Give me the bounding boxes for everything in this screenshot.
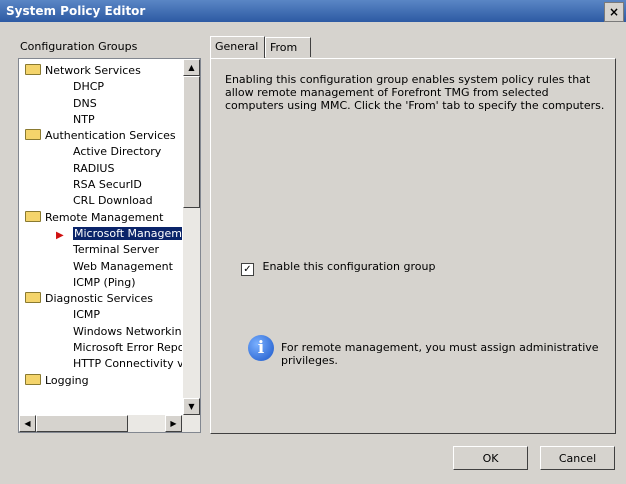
enable-group-checkbox[interactable]: ✓ Enable this configuration group — [241, 260, 435, 276]
folder-icon — [25, 64, 41, 75]
tree-item-label: DHCP — [73, 80, 105, 94]
tree-leaf-item[interactable]: Microsoft Error Repo — [19, 340, 184, 356]
tree-item-label: Web Management — [73, 259, 173, 273]
window-title: System Policy Editor — [6, 4, 146, 18]
info-icon: i — [248, 335, 274, 361]
close-icon[interactable]: × — [604, 2, 624, 22]
scroll-right-icon[interactable]: ▶ — [165, 415, 182, 432]
tree-item-label: RSA SecurID — [73, 178, 142, 192]
tree-item-label: DNS — [73, 96, 97, 110]
ok-button[interactable]: OK — [453, 446, 528, 470]
tree-item-label: ICMP — [73, 308, 101, 322]
tree-leaf-item[interactable]: NTP — [19, 112, 184, 128]
tree-group-item[interactable]: Network Services — [19, 63, 184, 79]
tree-leaf-item[interactable]: Active Directory — [19, 144, 184, 160]
tree-leaf-item[interactable]: HTTP Connectivity ve — [19, 356, 184, 372]
tree-item-label: Diagnostic Services — [45, 292, 153, 306]
tree-item-label: Remote Management — [45, 210, 164, 224]
folder-icon — [25, 373, 41, 385]
tree-leaf-item[interactable]: DHCP — [19, 79, 184, 95]
group-description: Enabling this configuration group enable… — [225, 73, 605, 112]
tree-item-label: Authentication Services — [45, 129, 176, 143]
selected-arrow-icon: ▶ — [56, 229, 64, 241]
title-bar: System Policy Editor × — [0, 0, 626, 22]
tab-from[interactable]: From — [265, 37, 311, 57]
scroll-down-icon[interactable]: ▼ — [183, 398, 200, 415]
folder-icon — [25, 292, 41, 304]
tree-item-label: CRL Download — [73, 194, 153, 208]
configuration-groups-label: Configuration Groups — [20, 40, 138, 53]
tree-leaf-item[interactable]: ICMP (Ping) — [19, 275, 184, 291]
general-tab-panel: Enabling this configuration group enable… — [210, 58, 616, 434]
tree-item-label: Network Services — [45, 64, 141, 77]
tree-leaf-item[interactable]: ▶ Microsoft Manageme — [19, 226, 184, 242]
horizontal-scroll-thumb[interactable] — [36, 415, 128, 432]
tree-item-label: Terminal Server — [73, 243, 160, 257]
tree-item-label: RADIUS — [73, 161, 115, 175]
tree-item-label: HTTP Connectivity ve — [73, 357, 184, 371]
tree-leaf-item[interactable]: DNS — [19, 96, 184, 112]
horizontal-scrollbar[interactable]: ◀ ▶ — [19, 415, 200, 432]
tree-group-item[interactable]: Authentication Services — [19, 128, 184, 144]
info-message: For remote management, you must assign a… — [281, 341, 599, 367]
tree-leaf-item[interactable]: Terminal Server — [19, 242, 184, 258]
configuration-groups-tree[interactable]: Network Services DHCP DNS NTP Authentication… — [18, 58, 201, 433]
tree-leaf-item[interactable]: RSA SecurID — [19, 177, 184, 193]
tree-group-item[interactable]: Diagnostic Services — [19, 291, 184, 307]
system-policy-editor-window: System Policy Editor × Configuration Gro… — [0, 0, 626, 484]
scroll-up-icon[interactable]: ▲ — [183, 59, 200, 76]
tree-group-item[interactable]: Remote Management — [19, 210, 184, 226]
checkbox-label: Enable this configuration group — [262, 260, 436, 273]
tree-item-label: Microsoft Error Repo — [73, 341, 184, 355]
vertical-scroll-thumb[interactable] — [183, 76, 200, 208]
folder-icon — [25, 210, 41, 222]
tree-leaf-item[interactable]: Windows Networking — [19, 324, 184, 340]
tree-leaf-item[interactable]: CRL Download — [19, 193, 184, 209]
tree-leaf-item[interactable]: Web Management — [19, 259, 184, 275]
checkbox-mark-icon[interactable]: ✓ — [241, 263, 254, 276]
tree-item-label: Logging — [45, 373, 89, 387]
tree-list: Network Services DHCP DNS NTP Authentication… — [19, 63, 184, 389]
tree-leaf-item[interactable]: RADIUS — [19, 161, 184, 177]
tree-leaf-item[interactable]: ICMP — [19, 307, 184, 323]
tree-item-label: ICMP (Ping) — [73, 275, 136, 289]
scroll-left-icon[interactable]: ◀ — [19, 415, 36, 432]
tree-item-label: Active Directory — [73, 145, 162, 159]
tree-item-label: Windows Networking — [73, 324, 184, 338]
tree-group-item[interactable]: Logging — [19, 373, 184, 389]
tab-general[interactable]: General — [210, 36, 265, 58]
tree-item-label: Microsoft Manageme — [73, 226, 184, 240]
cancel-button[interactable]: Cancel — [540, 446, 615, 470]
folder-icon — [25, 129, 41, 141]
vertical-scrollbar[interactable]: ▲ ▼ — [182, 59, 200, 415]
tree-item-label: NTP — [73, 112, 95, 126]
